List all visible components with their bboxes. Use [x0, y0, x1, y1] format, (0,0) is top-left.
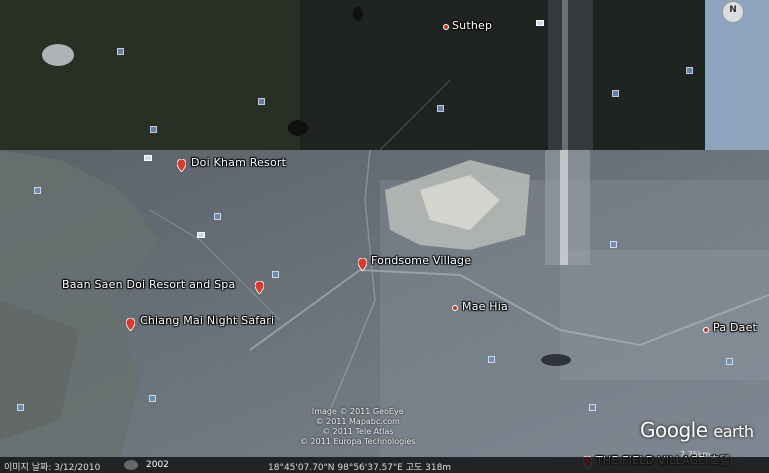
photo-icon[interactable]: [144, 155, 152, 161]
satellite-imagery: [0, 0, 769, 473]
photo-icon[interactable]: [589, 404, 596, 411]
place-label-night-safari[interactable]: Chiang Mai Night Safari: [140, 314, 274, 327]
attribution-line: © 2011 Europa Technologies: [300, 437, 416, 446]
place-marker-pa-daet[interactable]: [703, 327, 709, 333]
photo-icon[interactable]: [197, 232, 205, 238]
place-label-suthep[interactable]: Suthep: [452, 19, 492, 32]
map-view[interactable]: Suthep Doi Kham Resort Fondsome Village …: [0, 0, 769, 473]
photo-icon[interactable]: [150, 126, 157, 133]
imagery-attribution: Image © 2011 GeoEye © 2011 Mapabc.com © …: [300, 407, 416, 447]
photo-icon[interactable]: [117, 48, 124, 55]
place-label-doi-kham[interactable]: Doi Kham Resort: [191, 156, 286, 169]
photo-icon[interactable]: [686, 67, 693, 74]
photo-icon[interactable]: [34, 187, 41, 194]
place-label-mae-hia[interactable]: Mae Hia: [462, 300, 508, 313]
photo-icon[interactable]: [258, 98, 265, 105]
attribution-line: © 2011 Tele Atlas: [322, 427, 394, 436]
photo-icon[interactable]: [149, 395, 156, 402]
imagery-date: 이미지 날짜: 3/12/2010: [4, 463, 101, 473]
photo-icon[interactable]: [272, 271, 279, 278]
map-pin-icon[interactable]: [255, 281, 264, 294]
airport-icon[interactable]: [536, 20, 544, 26]
map-pin-icon[interactable]: [358, 258, 367, 271]
map-pin-icon[interactable]: [126, 318, 135, 331]
photo-icon[interactable]: [610, 241, 617, 248]
google-earth-logo: Google earth: [640, 418, 754, 442]
photo-icon[interactable]: [488, 356, 495, 363]
place-marker-mae-hia[interactable]: [452, 305, 458, 311]
attribution-line: Image © 2011 GeoEye: [311, 407, 404, 416]
photo-icon[interactable]: [726, 358, 733, 365]
attribution-line: © 2011 Mapabc.com: [315, 417, 400, 426]
photo-icon[interactable]: [214, 213, 221, 220]
historical-imagery-year[interactable]: 2002: [146, 460, 169, 470]
logo-earth: earth: [713, 422, 754, 441]
compass-icon[interactable]: N: [722, 1, 744, 23]
status-bar: 이미지 날짜: 3/12/2010 2002 18°45'07.70"N 98°…: [0, 457, 769, 473]
place-label-fondsome[interactable]: Fondsome Village: [371, 254, 471, 267]
place-label-baan-saen-doi[interactable]: Baan Saen Doi Resort and Spa: [62, 278, 235, 291]
logo-google: Google: [640, 418, 708, 442]
photo-icon[interactable]: [437, 105, 444, 112]
pointer-coordinates: 18°45'07.70"N 98°56'37.57"E 고도 318m: [268, 463, 452, 473]
photo-icon[interactable]: [17, 404, 24, 411]
history-clock-icon[interactable]: [124, 460, 138, 470]
map-pin-icon[interactable]: [177, 159, 186, 172]
place-label-pa-daet[interactable]: Pa Daet: [713, 321, 757, 334]
compass-north-label: N: [729, 5, 737, 15]
place-marker-suthep[interactable]: [443, 24, 449, 30]
photo-icon[interactable]: [612, 90, 619, 97]
